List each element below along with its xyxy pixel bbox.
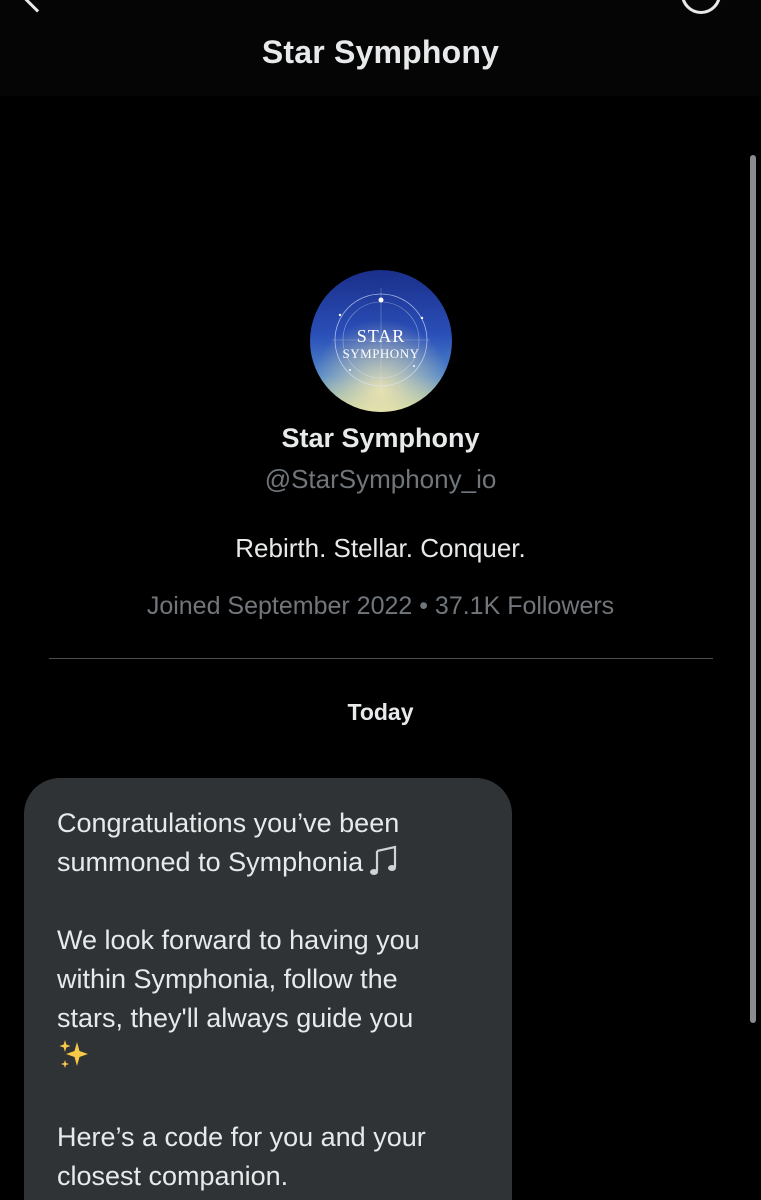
message-line: Congratulations you’ve been xyxy=(57,808,400,838)
profile-meta: Joined September 2022 • 37.1K Followers xyxy=(146,592,615,620)
sparkles-icon xyxy=(59,1040,88,1068)
message-line-text: summoned to Symphonia xyxy=(57,847,364,877)
chevron-left-icon[interactable] xyxy=(21,0,53,13)
message-line-with-emoji: summoned to Symphonia xyxy=(57,843,478,882)
message-line: within Symphonia, follow the xyxy=(57,964,398,994)
message-bubble[interactable]: Congratulations you’ve been summoned to … xyxy=(24,778,512,1200)
conversation-header: Star Symphony xyxy=(0,0,761,96)
info-icon[interactable] xyxy=(681,0,721,14)
dm-conversation-screen: Star Symphony STAR SYMPHONY Star Symphon… xyxy=(0,0,761,1200)
conversation-title[interactable]: Star Symphony xyxy=(0,34,761,71)
message-line-emoji-only xyxy=(57,1038,478,1079)
profile-bio: Rebirth. Stellar. Conquer. xyxy=(235,533,526,563)
divider xyxy=(49,658,713,659)
message-line: stars, they'll always guide you xyxy=(57,1003,414,1033)
musical-notes-icon xyxy=(370,845,397,875)
profile-name[interactable]: Star Symphony xyxy=(0,423,761,454)
scrollbar[interactable] xyxy=(750,155,756,1023)
message-line: We look forward to having you xyxy=(57,925,420,955)
message-line: Here’s a code for you and your xyxy=(57,1122,426,1152)
date-separator: Today xyxy=(347,699,414,725)
star-symphony-logo: STAR SYMPHONY xyxy=(310,270,452,412)
logo-word-star: STAR xyxy=(357,326,406,346)
avatar[interactable]: STAR SYMPHONY xyxy=(310,270,452,412)
message-line: closest companion. xyxy=(57,1161,289,1191)
logo-word-symphony: SYMPHONY xyxy=(343,346,420,361)
profile-handle[interactable]: @StarSymphony_io xyxy=(0,464,761,495)
